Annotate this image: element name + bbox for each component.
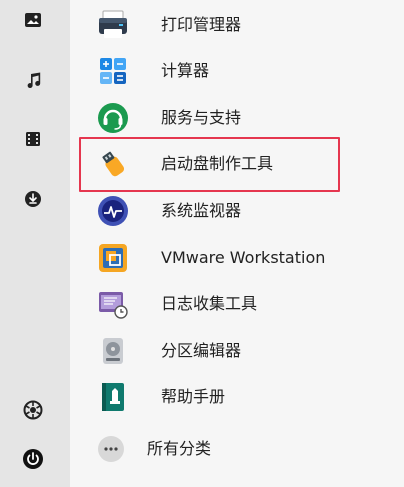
left-sidebar bbox=[0, 0, 70, 487]
app-label: 帮助手册 bbox=[161, 387, 226, 406]
app-item-help-manual[interactable]: 帮助手册 bbox=[70, 374, 404, 420]
app-item-partition-editor[interactable]: 分区编辑器 bbox=[70, 328, 404, 374]
partition-editor-icon bbox=[97, 335, 129, 367]
calculator-icon bbox=[97, 55, 129, 87]
selection-highlight-box bbox=[79, 137, 340, 192]
app-label: 分区编辑器 bbox=[161, 341, 242, 360]
app-label: 计算器 bbox=[161, 61, 210, 80]
image-icon[interactable] bbox=[22, 9, 44, 31]
system-monitor-icon bbox=[97, 195, 129, 227]
app-item-calculator[interactable]: 计算器 bbox=[70, 48, 404, 94]
settings-icon[interactable] bbox=[22, 399, 44, 421]
all-categories-button[interactable]: 所有分类 bbox=[70, 426, 404, 472]
app-item-service-support[interactable]: 服务与支持 bbox=[70, 95, 404, 141]
app-list-panel: 打印管理器 计算器 服务与支持 启动盘制作工具 系统监视器 VMware Wor… bbox=[70, 0, 404, 487]
more-icon bbox=[98, 436, 124, 462]
app-label: 日志收集工具 bbox=[161, 294, 258, 313]
app-label: 系统监视器 bbox=[161, 201, 242, 220]
app-item-log-collector[interactable]: 日志收集工具 bbox=[70, 281, 404, 327]
printer-icon bbox=[97, 9, 129, 41]
download-icon[interactable] bbox=[22, 188, 44, 210]
app-item-vmware-workstation[interactable]: VMware Workstation bbox=[70, 235, 404, 281]
all-categories-label: 所有分类 bbox=[147, 439, 212, 458]
video-icon[interactable] bbox=[22, 128, 44, 150]
power-icon[interactable] bbox=[22, 448, 44, 470]
app-item-printer-manager[interactable]: 打印管理器 bbox=[70, 2, 404, 48]
app-label: 服务与支持 bbox=[161, 108, 242, 127]
help-manual-icon bbox=[97, 381, 129, 413]
vmware-icon bbox=[97, 242, 129, 274]
music-icon[interactable] bbox=[22, 69, 44, 91]
support-icon bbox=[97, 102, 129, 134]
app-label: VMware Workstation bbox=[161, 248, 326, 267]
log-collector-icon bbox=[97, 288, 129, 320]
app-item-system-monitor[interactable]: 系统监视器 bbox=[70, 188, 404, 234]
app-label: 打印管理器 bbox=[161, 15, 242, 34]
